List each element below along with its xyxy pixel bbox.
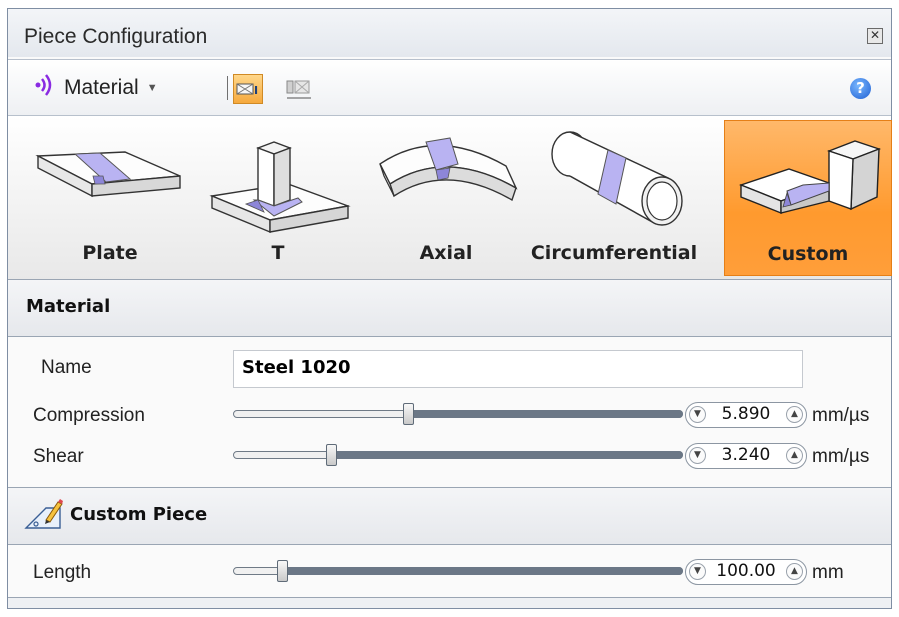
help-icon[interactable]: ?: [850, 78, 871, 99]
panel-title: Piece Configuration: [24, 25, 208, 48]
name-label: Name: [41, 357, 92, 378]
shear-label: Shear: [33, 446, 84, 467]
probe-icon: [286, 80, 311, 99]
slider-fill: [332, 451, 683, 459]
toolbar-separator: [227, 76, 228, 100]
toolbar: Material ▼ I ?: [8, 59, 891, 116]
piece-label: Plate: [82, 242, 138, 264]
increment-icon[interactable]: ▲: [786, 406, 803, 423]
piece-type-gallery: Plate T Axial Circumferential Custom: [8, 116, 892, 281]
length-value[interactable]: 100.00: [708, 561, 784, 581]
compression-spinbox[interactable]: ▼ 5.890 ▲: [685, 402, 807, 428]
piece-axial[interactable]: Axial: [362, 120, 530, 276]
shear-value[interactable]: 3.240: [708, 445, 784, 465]
piece-label: Circumferential: [530, 242, 698, 264]
weld-view-toggle-button[interactable]: I: [233, 74, 263, 104]
panel-footer: [8, 597, 891, 608]
compression-slider[interactable]: [233, 403, 683, 425]
compression-unit: mm/µs: [812, 405, 870, 426]
custom-piece-icon: [738, 140, 882, 215]
section-title: Custom Piece: [70, 504, 208, 525]
piece-configuration-panel: Piece Configuration ✕ Material ▼ I ? Pla…: [7, 8, 892, 609]
shear-unit: mm/µs: [812, 446, 870, 467]
svg-text:I: I: [254, 84, 258, 97]
slider-fill: [282, 567, 683, 575]
length-unit: mm: [812, 562, 844, 583]
shear-spinbox[interactable]: ▼ 3.240 ▲: [685, 443, 807, 469]
compression-value[interactable]: 5.890: [708, 404, 784, 424]
decrement-icon[interactable]: ▼: [689, 447, 706, 464]
title-bar: Piece Configuration ✕: [8, 9, 891, 57]
circumferential-pipe-icon: [551, 131, 683, 226]
decrement-icon[interactable]: ▼: [689, 563, 706, 580]
material-dropdown-label: Material: [64, 76, 139, 99]
piece-plate[interactable]: Plate: [26, 120, 194, 276]
piece-label: T: [271, 242, 285, 264]
slider-thumb[interactable]: [276, 560, 288, 582]
slider-thumb[interactable]: [326, 444, 337, 466]
slider-thumb[interactable]: [402, 403, 414, 425]
decrement-icon[interactable]: ▼: [689, 406, 706, 423]
section-title: Material: [26, 296, 111, 317]
length-spinbox[interactable]: ▼ 100.00 ▲: [685, 559, 807, 585]
custom-piece-edit-icon: [24, 498, 64, 536]
sound-wave-icon: [34, 73, 56, 103]
increment-icon[interactable]: ▲: [786, 447, 803, 464]
length-slider[interactable]: [233, 560, 683, 582]
material-name-field[interactable]: Steel 1020: [233, 350, 803, 388]
piece-circumferential[interactable]: Circumferential: [530, 120, 698, 276]
chevron-down-icon: ▼: [146, 82, 158, 94]
close-button[interactable]: ✕: [867, 28, 883, 44]
weld-cross-section-icon: I: [236, 83, 258, 97]
shear-slider[interactable]: [233, 444, 683, 466]
plate-piece-icon: [35, 151, 181, 198]
piece-label: Custom: [767, 243, 849, 265]
slider-fill: [408, 410, 683, 418]
piece-t[interactable]: T: [194, 120, 362, 276]
t-joint-piece-icon: [209, 141, 351, 234]
length-label: Length: [33, 562, 92, 583]
axial-piece-icon: [379, 137, 518, 202]
piece-label: Axial: [419, 242, 473, 264]
compression-label: Compression: [33, 405, 145, 426]
piece-custom[interactable]: Custom: [724, 120, 892, 276]
increment-icon[interactable]: ▲: [786, 563, 803, 580]
material-section-header: Material: [8, 279, 891, 337]
probe-view-button[interactable]: [285, 77, 315, 103]
custom-piece-section-header: Custom Piece: [8, 487, 891, 545]
material-dropdown[interactable]: Material ▼: [34, 74, 158, 102]
